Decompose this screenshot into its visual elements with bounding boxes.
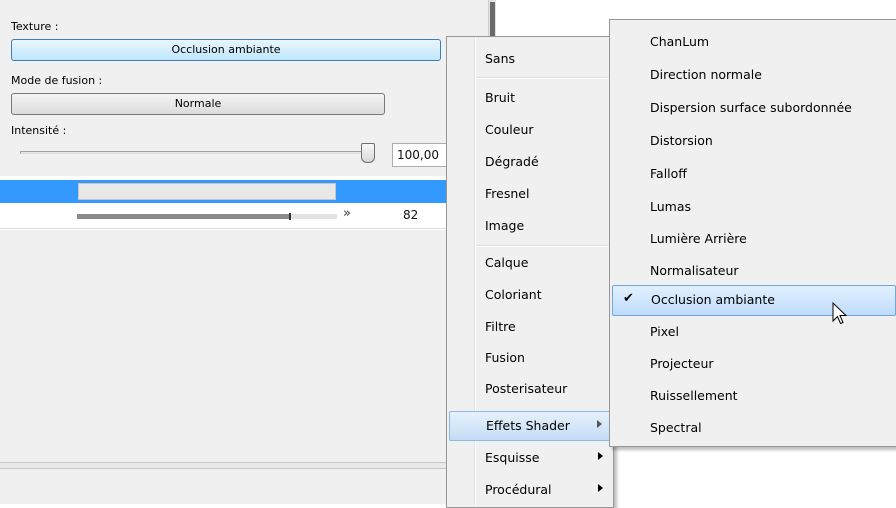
submenu-item-spectral[interactable]: Spectral (612, 414, 896, 444)
opacity-progress-bar[interactable] (77, 213, 337, 220)
intensity-slider-thumb[interactable] (361, 143, 375, 163)
menu-item-label: Spectral (650, 420, 702, 435)
texture-label: Texture : (11, 20, 59, 33)
menu-item-label: Normalisateur (650, 263, 739, 278)
intensity-value-field[interactable]: 100,00 (392, 143, 452, 167)
blend-mode-label: Mode de fusion : (11, 74, 103, 87)
menu-item-label: Esquisse (485, 450, 540, 465)
properties-panel: Texture : Occlusion ambiante Mode de fus… (0, 0, 488, 504)
menu-separator (477, 77, 609, 79)
menu-item-label: Image (485, 218, 525, 233)
submenu-arrow-icon (598, 452, 603, 460)
submenu-item-lumas[interactable]: Lumas (612, 193, 896, 223)
menu-item-coloriant[interactable]: Coloriant (449, 281, 611, 311)
opacity-progress-marker (289, 213, 291, 220)
menu-item-label: Filtre (485, 319, 516, 334)
menu-item-label: Falloff (650, 166, 687, 181)
menu-item-couleur[interactable]: Couleur (449, 116, 611, 146)
menu-separator (477, 245, 609, 247)
menu-item-degrade[interactable]: Dégradé (449, 148, 611, 178)
menu-item-label: Distorsion (650, 133, 713, 148)
submenu-item-direction-normale[interactable]: Direction normale (612, 61, 896, 91)
menu-item-label: Ruissellement (650, 388, 738, 403)
submenu-arrow-icon (597, 420, 602, 428)
menu-item-label: Occlusion ambiante (651, 292, 775, 307)
menu-item-label: Procédural (485, 482, 552, 497)
list-item[interactable]: » 82 (0, 204, 488, 229)
panel-splitter[interactable] (0, 462, 488, 469)
submenu-item-normalisateur[interactable]: Normalisateur (612, 257, 896, 287)
shader-effects-submenu: ChanLum Direction normale Dispersion sur… (609, 19, 896, 447)
submenu-item-projecteur[interactable]: Projecteur (612, 350, 896, 380)
menu-item-image[interactable]: Image (449, 212, 611, 242)
submenu-item-dispersion[interactable]: Dispersion surface subordonnée (612, 94, 896, 124)
menu-item-fusion[interactable]: Fusion (449, 344, 611, 374)
submenu-item-distorsion[interactable]: Distorsion (612, 127, 896, 157)
submenu-arrow-icon (598, 484, 603, 492)
menu-item-label: Dégradé (485, 154, 539, 169)
menu-item-label: ChanLum (650, 34, 710, 49)
mouse-pointer-icon (832, 302, 848, 325)
submenu-item-pixel[interactable]: Pixel (612, 318, 896, 348)
menu-item-label: Posterisateur (485, 381, 568, 396)
intensity-label: Intensité : (11, 124, 67, 137)
submenu-item-ruissellement[interactable]: Ruissellement (612, 382, 896, 412)
texture-dropdown-button[interactable]: Occlusion ambiante (11, 39, 441, 61)
menu-item-label: Couleur (485, 122, 534, 137)
menu-item-effets-shader[interactable]: Effets Shader (449, 411, 611, 441)
menu-item-label: Lumas (650, 199, 692, 214)
menu-item-bruit[interactable]: Bruit (449, 84, 611, 114)
menu-item-label: Lumière Arrière (650, 231, 747, 246)
menu-item-label: Calque (485, 255, 529, 270)
menu-item-esquisse[interactable]: Esquisse (449, 444, 611, 474)
checkmark-icon: ✔ (623, 291, 634, 306)
opacity-value: 82 (403, 208, 419, 222)
menu-item-fresnel[interactable]: Fresnel (449, 180, 611, 210)
double-chevron-right-icon[interactable]: » (343, 206, 351, 221)
submenu-item-falloff[interactable]: Falloff (612, 160, 896, 190)
list-item-selected[interactable] (0, 180, 488, 203)
menu-item-procedural[interactable]: Procédural (449, 476, 611, 506)
menu-item-calque[interactable]: Calque (449, 249, 611, 279)
submenu-item-lumiere-arriere[interactable]: Lumière Arrière (612, 225, 896, 255)
effect-list: » 82 (0, 176, 488, 230)
texture-type-menu: Sans Bruit Couleur Dégradé Fresnel Image… (446, 36, 614, 508)
submenu-item-chanlum[interactable]: ChanLum (612, 28, 896, 58)
intensity-slider-track[interactable] (20, 151, 370, 154)
scrollbar-thumb[interactable] (490, 2, 495, 38)
menu-item-label: Fusion (485, 350, 525, 365)
menu-item-label: Direction normale (650, 67, 762, 82)
menu-item-filtre[interactable]: Filtre (449, 313, 611, 343)
menu-item-label: Projecteur (650, 356, 714, 371)
blend-mode-dropdown-button[interactable]: Normale (11, 93, 385, 115)
menu-item-label: Pixel (650, 324, 679, 339)
menu-item-label: Dispersion surface subordonnée (650, 100, 852, 115)
menu-item-label: Effets Shader (486, 418, 570, 433)
menu-item-label: Coloriant (485, 287, 542, 302)
list-item-name-field[interactable] (78, 183, 336, 200)
submenu-item-occlusion-ambiante[interactable]: ✔ Occlusion ambiante (612, 285, 896, 316)
menu-item-label: Sans (485, 51, 516, 66)
menu-item-posterisateur[interactable]: Posterisateur (449, 375, 611, 405)
menu-item-label: Bruit (485, 90, 516, 105)
menu-item-sans[interactable]: Sans (449, 45, 611, 75)
menu-item-label: Fresnel (485, 186, 530, 201)
opacity-progress-fill (77, 214, 291, 219)
